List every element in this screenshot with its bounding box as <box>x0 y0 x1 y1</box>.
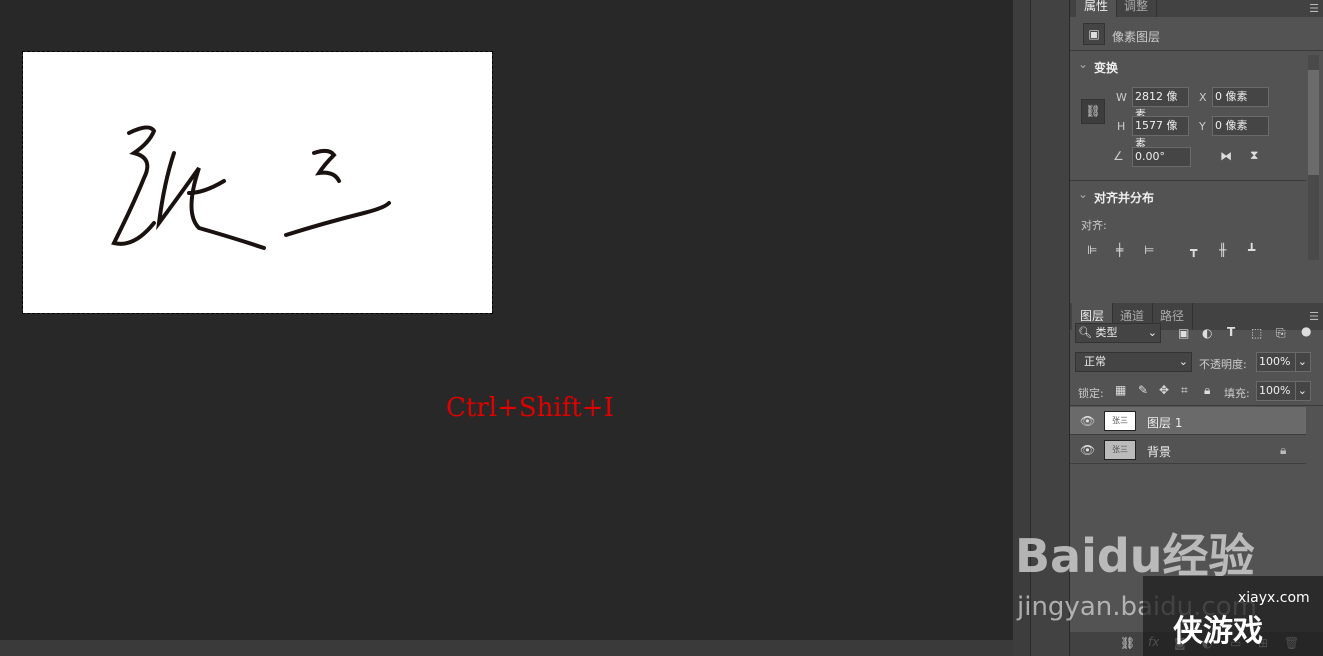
x-field[interactable]: 0 像素 <box>1212 87 1269 107</box>
link-icon[interactable]: ⛓ <box>1081 99 1105 124</box>
eye-icon[interactable]: 👁︎ <box>1080 414 1095 428</box>
y-label: Y <box>1199 120 1206 133</box>
layer-filter-select[interactable]: 🔍︎ 类型 ⌄ <box>1075 323 1161 343</box>
lock-transparency-icon[interactable]: ▦ <box>1115 383 1126 397</box>
layer-row-background[interactable]: 👁︎ 张三 背景 🔒︎ <box>1070 436 1306 464</box>
link-layers-icon[interactable]: ⛓ <box>1120 636 1135 650</box>
align-top-icon[interactable]: ┳ <box>1190 243 1197 257</box>
align-right-icon[interactable]: ⊨ <box>1144 243 1154 257</box>
y-field[interactable]: 0 像素 <box>1212 116 1269 136</box>
panel-menu-icon[interactable]: ☰ <box>1309 2 1319 15</box>
filter-shape-icon[interactable]: ⬚ <box>1251 326 1262 340</box>
layer-thumbnail: 张三 <box>1104 411 1136 431</box>
align-label: 对齐: <box>1081 219 1107 232</box>
document-canvas[interactable]: Ctrl+Shift+I <box>0 0 1013 640</box>
xiayx-watermark: xiayx.com 侠游戏 <box>1143 576 1323 656</box>
angle-icon: ∠ <box>1113 149 1124 163</box>
pixel-layer-icon: ▣ <box>1083 23 1105 45</box>
filter-value: 类型 <box>1095 326 1118 339</box>
document-image-selection[interactable] <box>22 51 493 314</box>
lock-all-icon[interactable]: 🔒︎ <box>1204 383 1210 398</box>
angle-field[interactable]: 0.00° <box>1132 147 1191 167</box>
tab-adjustments[interactable]: 调整 <box>1116 0 1158 17</box>
horizontal-scrollbar[interactable] <box>0 640 1013 656</box>
fill-value: 100% <box>1259 384 1291 397</box>
filter-smartobject-icon[interactable]: ⎘ <box>1276 326 1286 341</box>
align-title: 对齐并分布 <box>1094 191 1155 205</box>
eye-icon[interactable]: 👁︎ <box>1080 443 1095 457</box>
flip-vertical-icon[interactable]: ⧗ <box>1250 148 1258 163</box>
w-label: W <box>1116 91 1127 104</box>
filter-type-icon[interactable]: T <box>1227 325 1235 339</box>
layer-kind: 像素图层 <box>1112 30 1161 44</box>
chevron-down-icon[interactable]: ⌄ <box>1078 187 1088 201</box>
watermark-site: xiayx.com <box>1238 590 1310 606</box>
x-label: X <box>1199 91 1207 104</box>
chevron-down-icon[interactable]: ⌄ <box>1078 57 1088 71</box>
properties-tabbar: 属性 调整 ☰ <box>1070 0 1323 17</box>
fill-label: 填充: <box>1224 387 1250 400</box>
panel-menu-icon[interactable]: ☰ <box>1309 310 1319 323</box>
height-field[interactable]: 1577 像素 <box>1132 116 1189 150</box>
h-label: H <box>1117 120 1126 133</box>
opacity-label: 不透明度: <box>1199 358 1247 371</box>
filter-pixel-icon[interactable]: ▣ <box>1178 326 1189 340</box>
lock-label: 锁定: <box>1078 387 1104 400</box>
shortcut-hint: Ctrl+Shift+I <box>446 393 614 423</box>
properties-scrollbar[interactable] <box>1308 55 1319 260</box>
blend-mode-value: 正常 <box>1084 355 1106 368</box>
align-vcenter-icon[interactable]: ╫ <box>1219 243 1226 257</box>
layer-thumbnail: 张三 <box>1104 440 1136 460</box>
layer-name[interactable]: 背景 <box>1147 443 1171 460</box>
align-bottom-icon[interactable]: ┻ <box>1248 243 1255 257</box>
blend-mode-select[interactable]: 正常 ⌄ <box>1075 352 1192 372</box>
lock-paint-icon[interactable]: ✎ <box>1138 383 1148 397</box>
layer-name[interactable]: 图层 1 <box>1147 414 1182 431</box>
align-left-icon[interactable]: ⊫ <box>1087 243 1097 257</box>
filter-adjustment-icon[interactable]: ◐ <box>1202 326 1212 340</box>
filter-toggle[interactable]: ● <box>1301 324 1311 338</box>
opacity-field[interactable]: 100% ⌄ <box>1256 352 1311 372</box>
signature-image <box>111 125 391 250</box>
align-hcenter-icon[interactable]: ╪ <box>1116 243 1123 257</box>
width-field[interactable]: 2812 像素 <box>1132 87 1189 121</box>
flip-horizontal-icon[interactable]: ⧓ <box>1220 149 1232 163</box>
watermark-site-name: 侠游戏 <box>1173 614 1263 649</box>
lock-position-icon[interactable]: ✥ <box>1159 383 1169 397</box>
layer-row-layer1[interactable]: 👁︎ 张三 图层 1 <box>1070 407 1306 435</box>
transform-title: 变换 <box>1094 61 1119 75</box>
watermark-brand: Baidu经验 <box>1015 529 1255 583</box>
lock-artboard-icon[interactable]: ⌗ <box>1181 383 1188 398</box>
fill-field[interactable]: 100% ⌄ <box>1256 381 1311 401</box>
opacity-value: 100% <box>1259 355 1291 368</box>
lock-icon: 🔒︎ <box>1280 443 1287 457</box>
tab-properties[interactable]: 属性 <box>1076 0 1118 17</box>
